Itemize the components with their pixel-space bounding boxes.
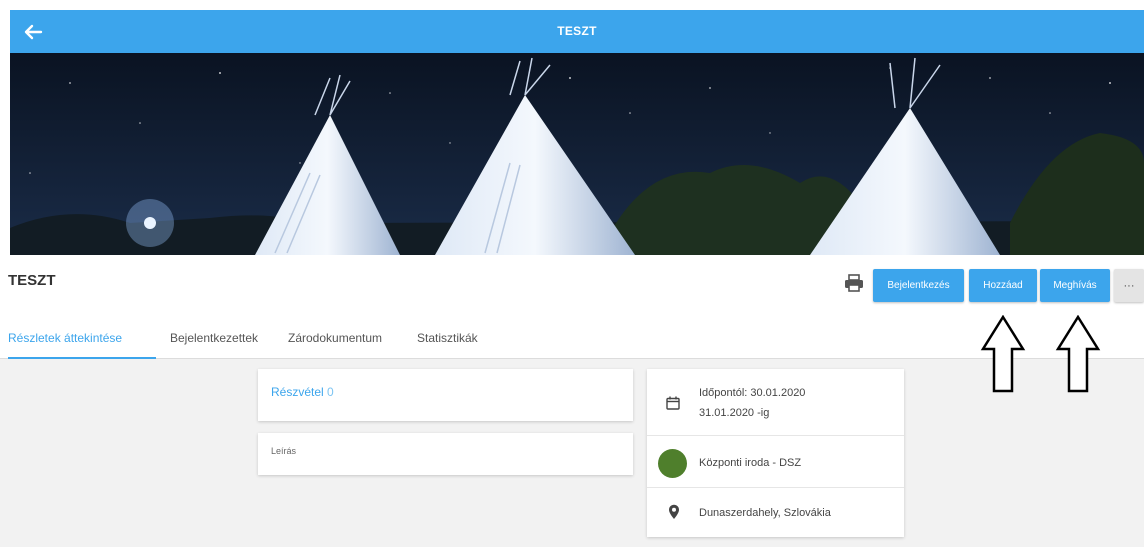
tab-bar: Részletek áttekintése Bejelentkezettek Z… [0,325,1144,359]
checkin-button[interactable]: Bejelentkezés [873,269,964,302]
description-card: Leírás [258,433,633,475]
participation-card[interactable]: Részvétel 0 [258,369,633,421]
tab-closing-document[interactable]: Zárodokumentum [288,325,382,359]
location-text: Dunaszerdahely, Szlovákia [699,507,831,519]
tab-checked-in[interactable]: Bejelentkezettek [170,325,258,359]
organizer-row[interactable]: Központi iroda - DSZ [647,436,904,488]
organizer-name: Központi iroda - DSZ [699,457,802,469]
app-bar: TESZT [10,10,1144,53]
date-row: Időpontól: 30.01.2020 31.01.2020 -ig [647,369,904,436]
event-title: TESZT [8,272,56,289]
participation-title: Részvétel [271,385,324,399]
annotation-arrow-up-icon [980,315,1026,393]
event-info-card: Időpontól: 30.01.2020 31.01.2020 -ig Köz… [647,369,904,537]
participation-count: 0 [327,385,334,399]
event-cover-image [10,53,1144,255]
printer-icon [845,274,863,292]
print-button[interactable] [843,273,865,293]
add-button[interactable]: Hozzáad [969,269,1037,302]
location-pin-icon [669,504,679,519]
organizer-avatar [658,449,687,478]
calendar-icon [666,396,680,410]
location-row[interactable]: Dunaszerdahely, Szlovákia [647,488,904,537]
app-bar-title: TESZT [557,24,597,38]
date-from: Időpontól: 30.01.2020 [699,387,806,399]
description-label: Leírás [271,446,297,456]
participation-label: Részvétel 0 [271,385,334,399]
event-header: TESZT Bejelentkezés Hozzáad Meghívás ··· [0,255,1144,325]
cover-illustration [10,53,1144,255]
annotation-arrow-up-icon [1055,315,1101,393]
date-to: 31.01.2020 -ig [699,407,770,419]
more-options-button[interactable]: ··· [1114,269,1144,302]
tab-statistics[interactable]: Statisztikák [417,325,478,359]
tab-details-overview[interactable]: Részletek áttekintése [8,325,156,359]
invite-button[interactable]: Meghívás [1040,269,1110,302]
details-content: Részvétel 0 Leírás Időpontól: 30.01.2020… [0,359,1144,547]
